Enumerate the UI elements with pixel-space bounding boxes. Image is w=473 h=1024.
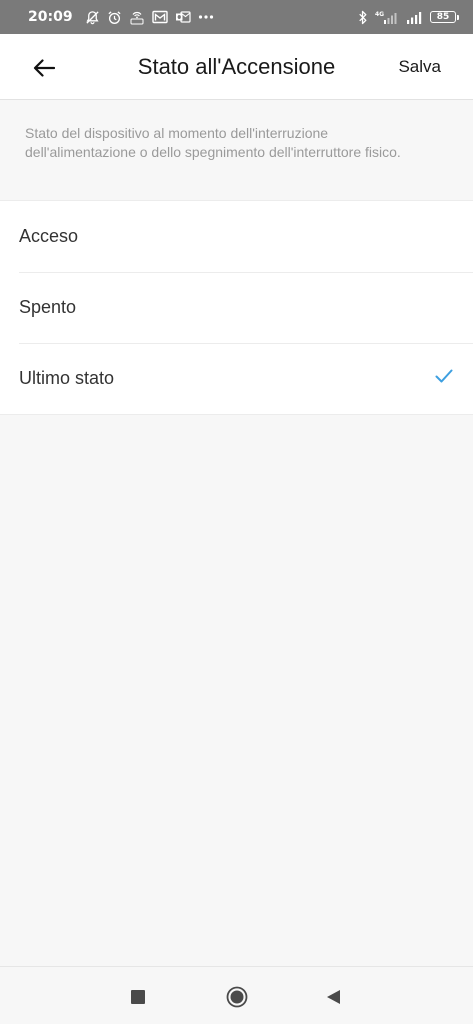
option-spento[interactable]: Spento (0, 272, 473, 343)
option-label: Ultimo stato (19, 368, 115, 388)
header: Stato all'Accensione Salva (0, 34, 473, 100)
battery-icon: 85 (430, 11, 459, 23)
back-triangle-icon (326, 990, 340, 1004)
power-on-state-options: Acceso Spento Ultimo stato (0, 200, 473, 415)
option-ultimo-stato[interactable]: Ultimo stato (0, 343, 473, 414)
option-label: Spento (19, 297, 77, 317)
mail-icon (151, 10, 168, 24)
status-bar: 20:09 4G 85 (0, 0, 473, 34)
status-icons-right: 4G 85 (358, 10, 459, 25)
home-button[interactable] (225, 985, 249, 1009)
screen: 20:09 4G 85 Stato all'Accensione Salva S… (0, 0, 473, 1024)
status-time: 20:09 (28, 9, 73, 25)
signal-icon (406, 10, 423, 24)
bluetooth-icon (358, 10, 368, 25)
alarm-icon (107, 10, 122, 25)
arrow-left-icon (33, 59, 55, 77)
hotspot-icon (129, 9, 145, 25)
checkmark-icon (435, 369, 453, 388)
svg-text:4G: 4G (375, 11, 384, 18)
recents-square-icon (131, 990, 145, 1004)
option-label: Acceso (19, 226, 79, 246)
signal-4g-icon: 4G (375, 10, 399, 25)
option-acceso[interactable]: Acceso (0, 201, 473, 272)
bell-off-icon (85, 10, 100, 25)
back-nav-button[interactable] (321, 985, 345, 1009)
description-text: Stato del dispositivo al momento dell'in… (25, 125, 401, 160)
back-button[interactable] (28, 52, 60, 84)
save-button[interactable]: Salva (398, 57, 441, 77)
system-nav-bar (0, 966, 473, 1024)
outlook-icon (175, 10, 191, 24)
home-circle-icon (226, 986, 248, 1008)
more-dots-icon (198, 14, 214, 20)
recents-button[interactable] (126, 985, 150, 1009)
status-icons-left (85, 9, 214, 25)
battery-level: 85 (430, 11, 456, 23)
